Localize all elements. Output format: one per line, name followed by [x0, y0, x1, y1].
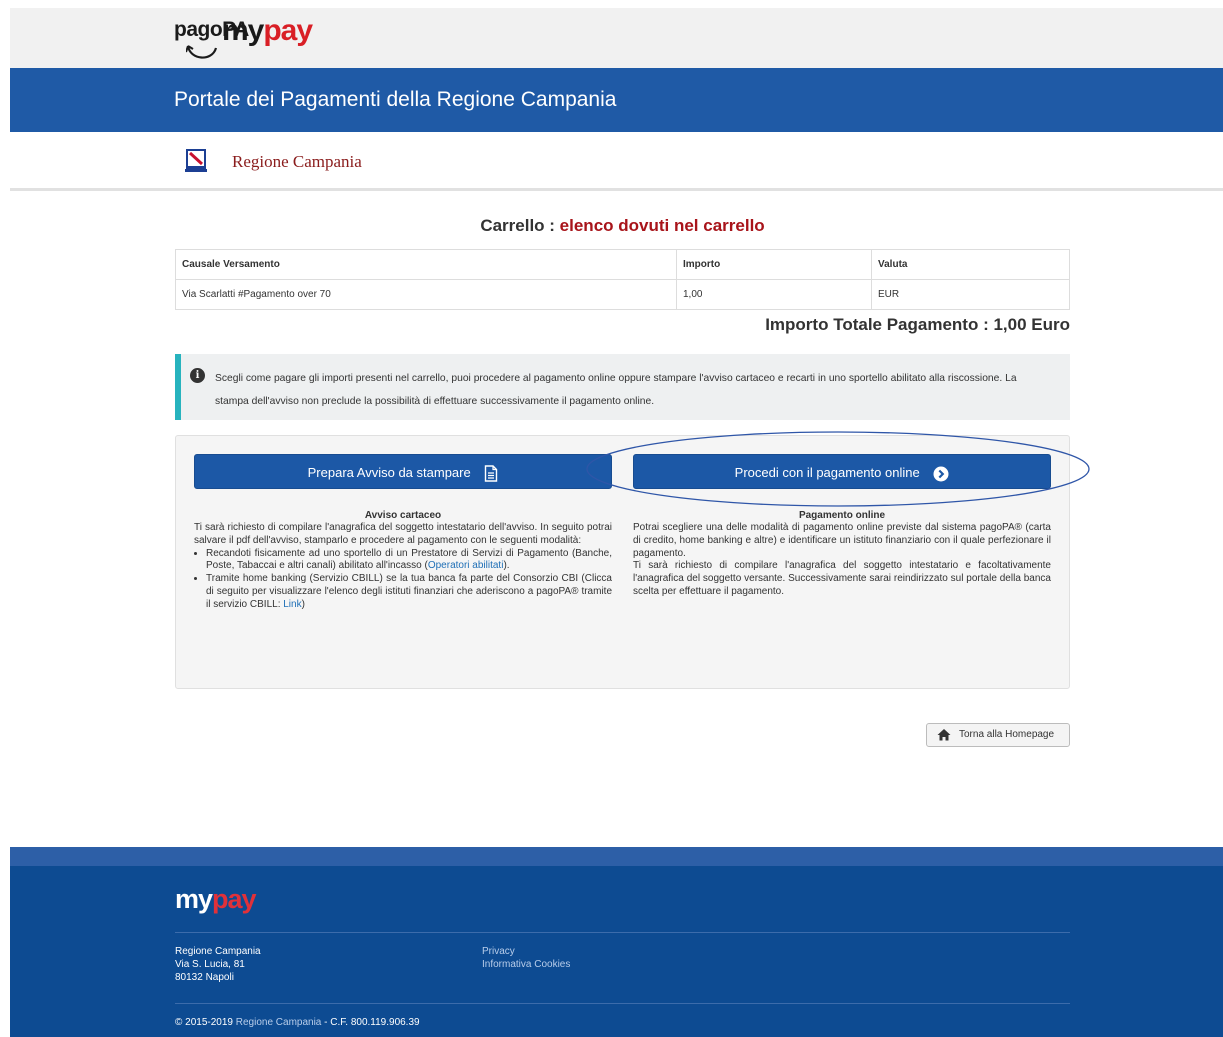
pagopa-logo-arc-icon — [186, 45, 218, 59]
copyright-suffix: - C.F. 800.119.906.39 — [321, 1017, 420, 1028]
column-header-causale: Causale Versamento — [175, 249, 677, 280]
region-name[interactable]: Regione Campania — [232, 152, 362, 172]
online-title: Pagamento online — [798, 510, 886, 521]
mypay-logo[interactable]: mypay — [222, 14, 313, 48]
cart-title-prefix: Carrello : — [480, 216, 560, 235]
copyright-prefix: © 2015-2019 — [175, 1017, 236, 1028]
prepare-notice-label: Prepara Avviso da stampare — [307, 465, 471, 480]
avviso-intro: Ti sarà richiesto di compilare l'anagraf… — [194, 522, 612, 546]
footer-address-line: Via S. Lucia, 81 — [175, 959, 245, 970]
cart-title: Carrello : elenco dovuti nel carrello — [175, 216, 1070, 236]
info-icon: i — [190, 368, 205, 383]
list-item: Tramite home banking (Servizio CBILL) se… — [206, 573, 612, 611]
footer-address: Regione Campania Via S. Lucia, 81 80132 … — [175, 945, 261, 984]
region-emblem-icon — [185, 149, 207, 172]
back-to-homepage-label: Torna alla Homepage — [959, 729, 1055, 740]
footer-divider — [175, 932, 1070, 933]
online-para1: Potrai scegliere una delle modalità di p… — [633, 522, 1051, 559]
footer-address-line: 80132 Napoli — [175, 972, 234, 983]
mypay-logo-my: my — [222, 14, 264, 47]
list-item: Recandoti fisicamente ad uno sportello d… — [206, 548, 612, 574]
cell-valuta: EUR — [871, 279, 1070, 310]
prepare-notice-button[interactable]: Prepara Avviso da stampare — [194, 454, 612, 489]
privacy-link[interactable]: Privacy — [482, 945, 570, 958]
footer-top-strip — [10, 847, 1223, 867]
highlight-ellipse — [586, 431, 1090, 507]
table-row: Via Scarlatti #Pagamento over 70 1,00 EU… — [175, 279, 1070, 310]
back-to-homepage-button[interactable]: Torna alla Homepage — [926, 723, 1070, 747]
avviso-methods-list: Recandoti fisicamente ad uno sportello d… — [194, 548, 612, 612]
column-header-valuta: Valuta — [871, 249, 1070, 280]
cell-causale: Via Scarlatti #Pagamento over 70 — [175, 279, 677, 310]
footer-mypay-logo: mypay — [175, 884, 257, 915]
document-icon — [485, 465, 498, 482]
cart-table: Causale Versamento Importo Valuta Via Sc… — [175, 249, 1070, 310]
footer-logo-my: my — [175, 884, 213, 914]
total-amount: Importo Totale Pagamento : 1,00 Euro — [765, 315, 1070, 334]
info-text: Scegli come pagare gli importi presenti … — [215, 373, 1017, 407]
avviso-title: Avviso cartaceo — [364, 510, 442, 521]
column-header-importo: Importo — [676, 249, 872, 280]
footer-logo-pay: pay — [212, 884, 257, 914]
footer-copyright: © 2015-2019 Regione Campania - C.F. 800.… — [175, 1016, 420, 1029]
avviso-description: Ti sarà richiesto di compilare l'anagraf… — [194, 522, 612, 612]
cell-importo: 1,00 — [676, 279, 872, 310]
home-icon — [937, 729, 951, 741]
online-para2: Ti sarà richiesto di compilare l'anagraf… — [633, 560, 1051, 597]
mypay-logo-pay: pay — [263, 14, 313, 47]
avviso-bullet2-text: Tramite home banking (Servizio CBILL) se… — [206, 573, 612, 610]
avviso-bullet1-end: ). — [503, 560, 510, 572]
cookies-link[interactable]: Informativa Cookies — [482, 958, 570, 971]
table-header-row: Causale Versamento Importo Valuta — [175, 249, 1070, 280]
footer-divider — [175, 1003, 1070, 1004]
footer-links: Privacy Informativa Cookies — [482, 945, 570, 971]
online-description: Potrai scegliere una delle modalità di p… — [633, 522, 1051, 599]
portal-title: Portale dei Pagamenti della Regione Camp… — [174, 88, 617, 111]
operatori-abilitati-link[interactable]: Operatori abilitati — [428, 560, 504, 571]
copyright-region-link[interactable]: Regione Campania — [236, 1017, 322, 1028]
cart-title-highlight: elenco dovuti nel carrello — [559, 216, 765, 235]
cbill-link[interactable]: Link — [283, 599, 301, 610]
avviso-bullet2-end: ) — [301, 598, 305, 610]
footer-address-line: Regione Campania — [175, 946, 261, 957]
avviso-bullet1-text: Recandoti fisicamente ad uno sportello d… — [206, 547, 612, 572]
